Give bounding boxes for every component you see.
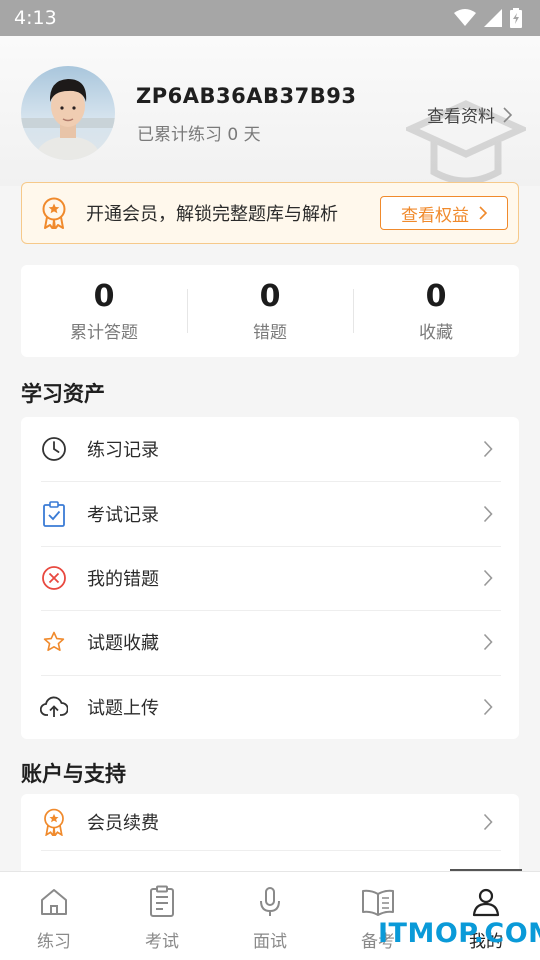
star-icon <box>40 628 68 656</box>
study-assets-card: 练习记录 考试记录 我的错题 试题收藏 试题上传 <box>21 417 519 739</box>
view-profile-label: 查看资料 <box>427 107 495 127</box>
chevron-right-icon <box>483 813 493 831</box>
view-benefits-label: 查看权益 <box>401 205 469 226</box>
watermark: ITMOP.COM <box>378 918 540 949</box>
stat-wrong-questions[interactable]: 0 错题 <box>187 265 353 357</box>
stat-value: 0 <box>259 278 281 314</box>
view-profile-link[interactable]: 查看资料 <box>427 102 512 127</box>
tab-label: 练习 <box>37 932 71 952</box>
stat-value: 0 <box>93 278 115 314</box>
menu-item-exam-records[interactable]: 考试记录 <box>21 481 519 545</box>
chevron-right-icon <box>483 441 493 458</box>
stat-total-answers[interactable]: 0 累计答题 <box>21 265 187 357</box>
status-bar: 4:13 <box>0 0 540 36</box>
menu-item-upload-questions[interactable]: 试题上传 <box>21 674 519 739</box>
book-icon <box>362 889 394 916</box>
menu-item-practice-records[interactable]: 练习记录 <box>21 417 519 481</box>
tab-label: 考试 <box>145 932 179 952</box>
chevron-right-icon <box>479 206 487 220</box>
menu-item-label: 会员续费 <box>87 813 159 834</box>
battery-icon <box>510 8 522 28</box>
section-title-study-assets: 学习资产 <box>21 382 105 406</box>
stat-value: 0 <box>425 278 447 314</box>
clipboard-check-icon <box>40 500 68 528</box>
home-icon <box>41 889 67 915</box>
view-benefits-button[interactable]: 查看权益 <box>380 196 508 230</box>
menu-item-label: 练习记录 <box>87 440 159 462</box>
wifi-icon <box>454 9 476 26</box>
menu-item-wrong-questions[interactable]: 我的错题 <box>21 545 519 610</box>
person-icon <box>472 888 500 917</box>
status-time: 4:13 <box>14 7 57 29</box>
medal-icon <box>42 197 66 229</box>
stat-label: 累计答题 <box>70 322 138 343</box>
medal-icon <box>40 808 68 836</box>
section-title-account-support: 账户与支持 <box>21 762 126 786</box>
avatar-portrait <box>21 79 115 160</box>
stat-label: 错题 <box>253 322 287 343</box>
username: ZP6AB36AB37B93 <box>136 84 357 108</box>
tab-interview[interactable]: 面试 <box>216 872 324 960</box>
menu-item-label: 考试记录 <box>87 504 159 526</box>
x-circle-icon <box>40 564 68 592</box>
avatar[interactable] <box>21 66 115 160</box>
document-icon <box>150 885 174 917</box>
menu-item-favorites[interactable]: 试题收藏 <box>21 610 519 674</box>
cloud-upload-icon <box>40 693 68 721</box>
menu-item-label: 我的错题 <box>87 568 159 590</box>
chevron-right-icon <box>503 106 512 123</box>
menu-item-renew-membership[interactable]: 会员续费 <box>21 794 519 850</box>
vip-banner[interactable]: 开通会员，解锁完整题库与解析 查看权益 <box>21 182 519 244</box>
microphone-icon <box>260 887 280 916</box>
status-icons <box>454 8 522 28</box>
menu-item-label: 试题收藏 <box>87 633 159 655</box>
clock-icon <box>40 435 68 463</box>
menu-item-label: 试题上传 <box>87 697 159 719</box>
tab-practice[interactable]: 练习 <box>0 872 108 960</box>
profile-header: ZP6AB36AB37B93 已累计练习 0 天 查看资料 <box>0 36 540 186</box>
stats-panel: 0 累计答题 0 错题 0 收藏 <box>21 265 519 357</box>
chevron-right-icon <box>483 698 493 715</box>
chevron-right-icon <box>483 634 493 651</box>
chevron-right-icon <box>483 505 493 522</box>
stat-favorites[interactable]: 0 收藏 <box>353 265 519 357</box>
chevron-right-icon <box>483 569 493 587</box>
tab-exam[interactable]: 考试 <box>108 872 216 960</box>
vip-banner-text: 开通会员，解锁完整题库与解析 <box>86 204 338 225</box>
tab-label: 面试 <box>253 932 287 952</box>
cellular-icon <box>484 9 502 27</box>
practice-days: 已累计练习 0 天 <box>137 125 261 145</box>
stat-label: 收藏 <box>419 322 453 343</box>
